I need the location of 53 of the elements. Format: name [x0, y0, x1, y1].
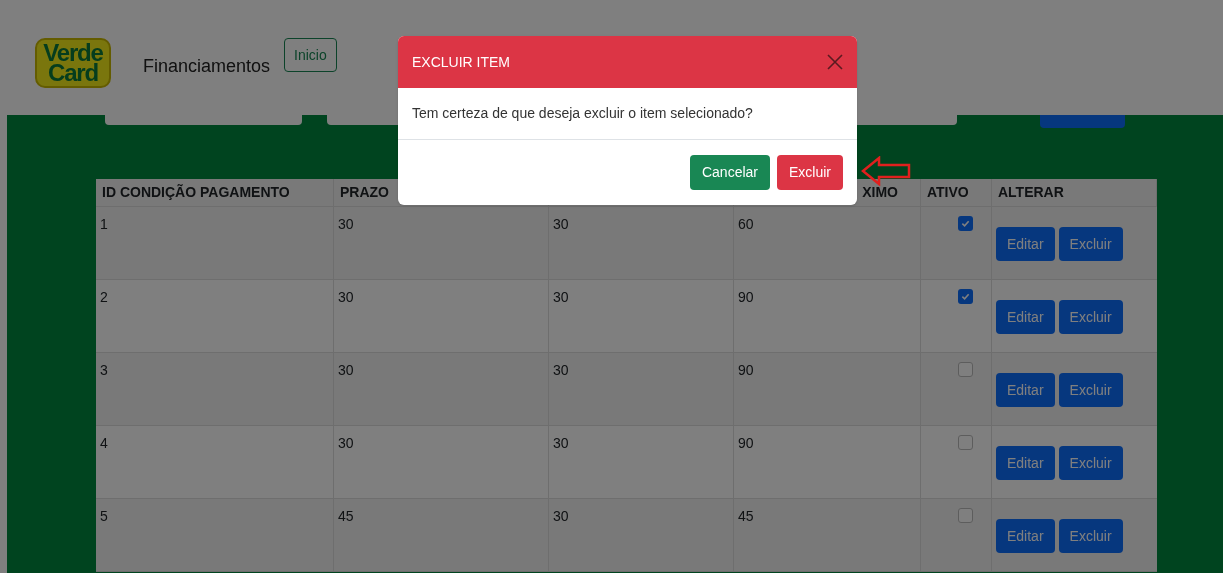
- table-cell: 45: [338, 508, 354, 524]
- table-cell: 2: [100, 289, 108, 305]
- table-cell: 30: [553, 362, 569, 378]
- delete-button[interactable]: Excluir: [1058, 227, 1123, 261]
- column-header: ATIVO: [927, 183, 969, 202]
- checkbox[interactable]: [958, 362, 973, 377]
- edit-button[interactable]: Editar: [996, 446, 1055, 480]
- cancel-button[interactable]: Cancelar: [689, 155, 770, 190]
- table-cell: 30: [553, 289, 569, 305]
- edit-button[interactable]: Editar: [996, 373, 1055, 407]
- table-cell: 90: [738, 289, 754, 305]
- close-icon[interactable]: [827, 54, 843, 70]
- table-cell: 1: [100, 216, 108, 232]
- table-cell: 5: [100, 508, 108, 524]
- table-cell: 3: [100, 362, 108, 378]
- arrow-icon: [861, 156, 911, 186]
- dialog-message: Tem certeza de que deseja excluir o item selecionado?: [412, 104, 753, 123]
- check-icon: [961, 292, 970, 301]
- delete-button[interactable]: Excluir: [1058, 300, 1123, 334]
- edit-button[interactable]: Editar: [996, 519, 1055, 553]
- column-header: ALTERAR: [998, 183, 1064, 202]
- delete-button[interactable]: Excluir: [1058, 446, 1123, 480]
- table-cell: 30: [338, 362, 354, 378]
- table-cell: 30: [553, 435, 569, 451]
- column-header: ID CONDIÇÃO PAGAMENTO: [102, 183, 290, 202]
- table-cell: 30: [553, 508, 569, 524]
- checkbox[interactable]: [958, 508, 973, 523]
- check-icon: [961, 219, 970, 228]
- delete-button[interactable]: Excluir: [1058, 519, 1123, 553]
- table-cell: 90: [738, 362, 754, 378]
- edit-button[interactable]: Editar: [996, 227, 1055, 261]
- table-cell: 45: [738, 508, 754, 524]
- input-field[interactable]: [105, 115, 302, 125]
- checkbox[interactable]: [958, 289, 973, 304]
- table-cell: 60: [738, 216, 754, 232]
- table-cell: 30: [338, 216, 354, 232]
- table-cell: 30: [553, 216, 569, 232]
- delete-button[interactable]: Excluir: [777, 155, 843, 190]
- page-title: Financiamentos: [143, 55, 271, 78]
- table-cell: 30: [338, 435, 354, 451]
- column-header: PRAZO: [340, 183, 389, 202]
- delete-button[interactable]: Excluir: [1058, 373, 1123, 407]
- action-button[interactable]: [1040, 115, 1125, 128]
- home-button[interactable]: Inicio: [284, 38, 337, 72]
- checkbox[interactable]: [958, 216, 973, 231]
- table-cell: 30: [338, 289, 354, 305]
- dialog-title: EXCLUIR ITEM: [412, 52, 510, 72]
- column-header: XIMO: [862, 183, 898, 202]
- checkbox[interactable]: [958, 435, 973, 450]
- logo: Verde Card: [35, 38, 111, 88]
- edit-button[interactable]: Editar: [996, 300, 1055, 334]
- table-cell: 4: [100, 435, 108, 451]
- table-cell: 90: [738, 435, 754, 451]
